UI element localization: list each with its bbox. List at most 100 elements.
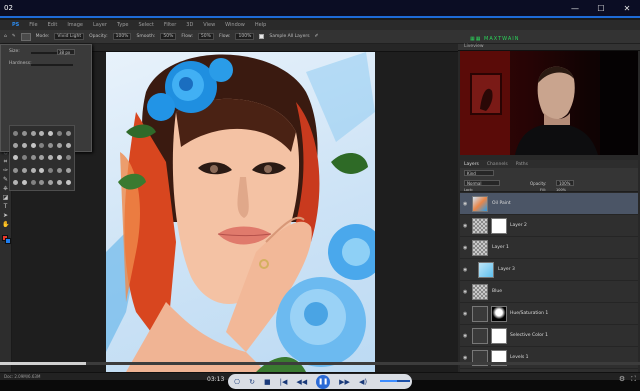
menu-edit[interactable]: Edit [48,22,58,28]
brush-preset-swatch[interactable] [39,167,45,173]
layer-name[interactable]: Selective Color 1 [510,333,548,338]
menu-layer[interactable]: Layer [93,22,107,28]
brush-preset-swatch[interactable] [56,167,62,173]
brush-preset-swatch[interactable] [56,155,62,161]
repeat-icon[interactable]: ↻ [249,378,255,386]
layer-row[interactable]: ◉ Layer 1 [460,237,638,259]
brush-preset-swatch[interactable] [39,179,45,185]
brush-size-value[interactable]: 38 px [57,49,75,55]
layer-name[interactable]: Layer 1 [492,245,509,250]
eyedropper-tool-icon[interactable]: ✑ [2,168,9,174]
tab-channels[interactable]: Channels [487,162,508,167]
camera-icon[interactable]: ⎔ [234,378,240,386]
brush-preset-swatch[interactable] [30,131,36,137]
menu-filter[interactable]: Filter [164,22,176,28]
seek-bar[interactable] [0,362,640,365]
brush-preset-swatch[interactable] [48,143,54,149]
brush-preset-swatch[interactable] [56,143,62,149]
brush-preset-swatch[interactable] [56,131,62,137]
visibility-eye-icon[interactable]: ◉ [463,311,467,317]
menu-type[interactable]: Type [117,22,128,28]
brush-preset-swatch[interactable] [30,167,36,173]
menu-3d[interactable]: 3D [186,22,193,28]
layer-name[interactable]: Layer 2 [510,223,527,228]
blend-mode-dropdown[interactable]: Normal [464,180,500,186]
camera-panel-tab[interactable]: Liveview [458,44,640,51]
brush-preset-swatch[interactable] [48,131,54,137]
brush-preset-swatch[interactable] [13,131,19,137]
brush-tool-icon[interactable]: ✎ [12,34,16,39]
layer-row[interactable]: ◉ Levels 1 [460,347,638,369]
opacity-field[interactable]: 100% [112,33,132,40]
volume-slider[interactable] [380,380,410,382]
settings-icon[interactable]: ⚙ [619,375,625,384]
stamp-tool-icon[interactable]: ⎈ [2,186,9,192]
brush-preset-swatch[interactable] [22,131,28,137]
brush-preset-picker[interactable] [20,32,31,41]
layer-opacity-field[interactable]: 100% [556,180,574,186]
fill-value[interactable]: 100% [556,188,566,192]
menu-window[interactable]: Window [225,22,245,28]
brush-preset-swatch[interactable] [22,167,28,173]
mode-dropdown[interactable]: Vivid Light [54,33,85,40]
brush-tool-icon-side[interactable]: ✎ [2,177,9,183]
hand-tool-icon[interactable]: ✋ [2,222,9,228]
fullscreen-icon[interactable]: ⛶ [631,375,636,384]
brush-preset-swatch[interactable] [22,143,28,149]
brush-preset-swatch[interactable] [13,167,19,173]
brush-preset-swatch[interactable] [39,155,45,161]
maximize-button[interactable]: ☐ [588,0,614,16]
brush-preset-swatch[interactable] [48,179,54,185]
visibility-eye-icon[interactable]: ◉ [463,333,467,339]
menu-help[interactable]: Help [255,22,266,28]
brush-preset-swatch[interactable] [30,155,36,161]
visibility-eye-icon[interactable]: ◉ [463,289,467,295]
home-icon[interactable]: ⌂ [4,34,7,39]
flow-field[interactable]: 50% [197,33,214,40]
brush-preset-swatch[interactable] [39,143,45,149]
visibility-eye-icon[interactable]: ◉ [463,201,467,207]
menu-view[interactable]: View [203,22,215,28]
eraser-tool-icon[interactable]: ◪ [2,195,9,201]
brush-preset-swatch[interactable] [39,131,45,137]
menu-image[interactable]: Image [67,22,83,28]
visibility-eye-icon[interactable]: ◉ [463,267,467,273]
brush-preset-swatch[interactable] [22,155,28,161]
layer-row[interactable]: ◉ Oil Paint [460,193,638,215]
brush-preset-swatch[interactable] [65,167,71,173]
brush-preset-swatch[interactable] [13,179,19,185]
layer-name[interactable]: Levels 1 [510,355,529,360]
pause-button[interactable]: ❚❚ [316,374,331,389]
tab-layers[interactable]: Layers [464,162,479,167]
brush-preset-swatch[interactable] [30,143,36,149]
layer-name[interactable]: Blue [492,289,502,294]
brush-hardness-slider[interactable] [31,64,73,66]
layer-row[interactable]: ◉ Blue [460,281,638,303]
tab-paths[interactable]: Paths [516,162,528,167]
sample-all-layers-checkbox[interactable] [259,34,265,39]
visibility-eye-icon[interactable]: ◉ [463,245,467,251]
brush-preset-swatch[interactable] [65,143,71,149]
layer-row[interactable]: ◉ Hue/Saturation 1 [460,303,638,325]
rewind-button[interactable]: ◀◀ [296,378,307,386]
menu-select[interactable]: Select [138,22,153,28]
layer-name[interactable]: Hue/Saturation 1 [510,311,548,316]
menu-file[interactable]: File [29,22,37,28]
minimize-button[interactable]: — [562,0,588,16]
flow2-field[interactable]: 100% [235,33,255,40]
close-button[interactable]: ✕ [614,0,640,16]
volume-icon[interactable]: ◀) [359,378,367,386]
layer-row[interactable]: ◉ Layer 2 [460,215,638,237]
layer-name[interactable]: Layer 3 [498,267,515,272]
brush-preset-swatch[interactable] [48,155,54,161]
pressure-icon[interactable]: ✐ [315,34,319,39]
visibility-eye-icon[interactable]: ◉ [463,223,467,229]
brush-preset-swatch[interactable] [22,179,28,185]
layer-filter-dropdown[interactable]: Kind [464,170,494,176]
crop-tool-icon[interactable]: ⌗ [2,159,9,165]
brush-preset-swatch[interactable] [30,179,36,185]
previous-button[interactable]: |◀ [280,378,288,386]
brush-preset-swatch[interactable] [65,179,71,185]
background-color-swatch[interactable] [5,238,11,244]
brush-preset-swatch[interactable] [56,179,62,185]
